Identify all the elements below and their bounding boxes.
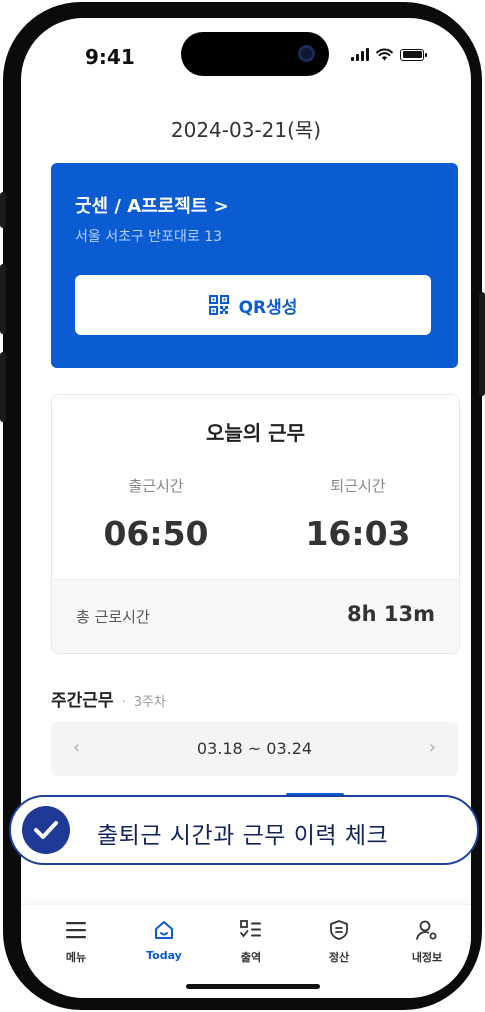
menu-icon	[66, 922, 86, 939]
weekly-title: 주간근무	[51, 691, 114, 711]
today-work-card: 오늘의 근무 출근시간 06:50 퇴근시간 16:03 총 근로시간 8h 1…	[51, 394, 460, 654]
clock-out-label: 퇴근시간	[330, 477, 386, 495]
status-time: 9:41	[85, 45, 135, 69]
checkmark-icon	[22, 806, 70, 854]
action-button	[0, 192, 6, 228]
status-icons	[351, 48, 427, 61]
wifi-icon	[376, 48, 393, 61]
qr-code-icon	[208, 295, 229, 315]
bottom-tab-bar: 메뉴 Today 출역 정산 내정보	[21, 904, 471, 998]
total-hours-row: 총 근로시간 8h 13m	[52, 579, 459, 653]
page-date: 2024-03-21(목)	[170, 118, 322, 142]
tab-attendance[interactable]: 출역	[211, 917, 291, 965]
home-indicator	[186, 984, 320, 989]
tab-my-info[interactable]: 내정보	[387, 917, 467, 965]
week-range: 03.18 ~ 03.24	[196, 739, 313, 758]
cellular-signal-icon	[351, 48, 369, 61]
attendance-list-icon	[240, 920, 261, 938]
home-icon	[155, 921, 173, 939]
tab-today-label: Today	[146, 949, 182, 962]
chevron-right-icon[interactable]: ›	[429, 737, 436, 758]
volume-up-button	[0, 264, 6, 334]
profile-settings-icon	[416, 920, 437, 940]
week-navigator: ‹ 03.18 ~ 03.24 ›	[51, 722, 458, 776]
feature-callout: 출퇴근 시간과 근무 이력 체크	[9, 795, 479, 865]
settlement-icon	[330, 920, 348, 940]
tab-attendance-label: 출역	[240, 951, 262, 964]
battery-icon	[400, 48, 427, 61]
tab-menu-label: 메뉴	[65, 951, 87, 964]
clock-in-time: 06:50	[103, 514, 209, 553]
tab-settlement[interactable]: 정산	[299, 917, 379, 965]
front-camera	[298, 45, 315, 62]
clock-out-column: 퇴근시간 16:03	[258, 475, 458, 553]
tab-settlement-label: 정산	[328, 951, 350, 964]
power-button	[479, 292, 485, 396]
clock-in-label: 출근시간	[128, 477, 184, 495]
callout-text: 출퇴근 시간과 근무 이력 체크	[97, 823, 389, 849]
weekly-work-header: 주간근무 · 3주차	[51, 686, 166, 711]
clock-out-time: 16:03	[305, 514, 411, 553]
total-hours-label: 총 근로시간	[76, 608, 150, 626]
qr-button-label: QR생성	[238, 297, 298, 318]
qr-generate-button[interactable]: QR생성	[75, 275, 431, 335]
site-card: 굿센 / A프로젝트 > 서울 서초구 반포대로 13 QR생성	[51, 163, 458, 368]
tab-menu[interactable]: 메뉴	[36, 917, 116, 965]
dynamic-island	[181, 32, 329, 76]
total-hours-value: 8h 13m	[347, 602, 435, 626]
volume-down-button	[0, 352, 6, 422]
clock-in-column: 출근시간 06:50	[56, 475, 256, 553]
site-address: 서울 서초구 반포대로 13	[75, 229, 223, 245]
tab-my-info-label: 내정보	[411, 951, 443, 964]
project-link[interactable]: 굿센 / A프로젝트 >	[75, 192, 229, 218]
weekly-separator: ·	[121, 695, 126, 710]
tab-today[interactable]: Today	[124, 917, 204, 962]
today-work-title: 오늘의 근무	[206, 421, 305, 445]
week-number: 3주차	[133, 695, 166, 710]
